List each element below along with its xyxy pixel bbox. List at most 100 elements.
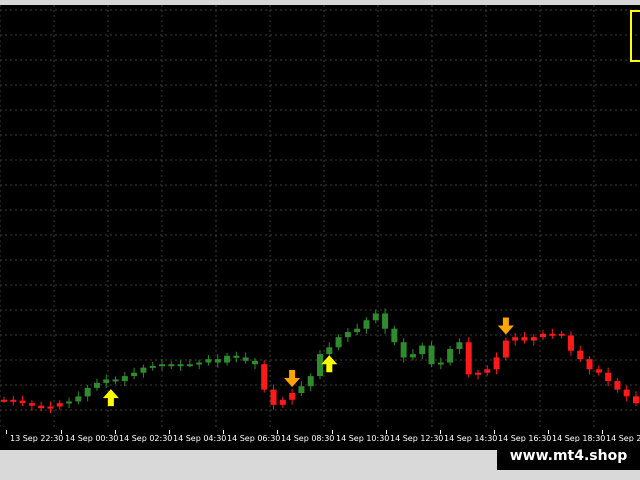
time-tick	[602, 430, 603, 434]
candle-body	[10, 399, 17, 402]
candle-body	[289, 393, 296, 400]
candle-body	[251, 360, 258, 365]
time-tick	[115, 430, 116, 434]
candle-body	[112, 379, 119, 382]
time-label: 14 Sep 08:30	[281, 434, 335, 443]
sell-arrow-icon	[497, 317, 514, 335]
time-label: 13 Sep 22:30	[10, 434, 64, 443]
candle-body	[196, 362, 203, 365]
time-tick	[494, 430, 495, 434]
candle-body	[149, 365, 156, 368]
candle-body	[428, 345, 435, 365]
candle-body	[131, 372, 138, 377]
candle-body	[298, 386, 305, 393]
arrow-shape	[321, 355, 338, 373]
candle-body	[456, 342, 463, 349]
candle-body	[400, 342, 407, 358]
arrow-shape	[284, 370, 301, 387]
time-tick	[440, 430, 441, 434]
candle-body	[447, 349, 454, 363]
candle-body	[623, 389, 630, 397]
time-label: 14 Sep 12:30	[390, 434, 444, 443]
candle-body	[159, 364, 165, 367]
candle-body	[502, 340, 509, 358]
candle-body	[521, 337, 528, 341]
candle-body	[47, 406, 54, 409]
candle-body	[233, 355, 240, 358]
candle-body	[335, 337, 342, 348]
time-label: 14 Sep 10:30	[336, 434, 390, 443]
candle-body	[605, 372, 612, 382]
candle-body	[84, 387, 91, 397]
candle-body	[317, 354, 323, 377]
candle-body	[344, 332, 351, 338]
candle-body	[577, 350, 584, 360]
candle-body	[475, 372, 481, 375]
candle-body	[177, 364, 184, 367]
candle-body	[595, 369, 602, 373]
time-tick	[277, 430, 278, 434]
candle-body	[168, 364, 175, 367]
candle-body	[1, 399, 7, 402]
time-label: 14 Sep 00:30	[65, 434, 119, 443]
candle-body	[19, 400, 26, 404]
candle-body	[66, 401, 73, 404]
candle-body	[28, 403, 35, 406]
time-tick	[386, 430, 387, 434]
candle-body	[382, 313, 389, 329]
candle-body	[363, 320, 370, 329]
arrow-shape	[497, 317, 514, 335]
time-label: 14 Sep 06:30	[227, 434, 281, 443]
candle-body	[103, 379, 110, 383]
arrow-shape	[102, 389, 119, 407]
candle-body	[372, 313, 379, 321]
candle-body	[586, 359, 593, 370]
candle-body	[540, 333, 547, 338]
candle-body	[121, 376, 128, 382]
candle-body	[205, 359, 212, 363]
candle-body	[214, 359, 221, 363]
price-chart[interactable]	[0, 0, 640, 430]
time-label: 14 Sep 14:30	[444, 434, 498, 443]
candle-body	[261, 364, 268, 390]
candle-body	[140, 367, 147, 373]
chart-window: 13 Sep 22:30 14 Sep 00:30 14 Sep 02:30 14 S…	[0, 0, 640, 480]
candle-body	[56, 403, 63, 407]
candle-body	[437, 362, 444, 365]
candle-body	[307, 376, 314, 387]
candle-body	[279, 399, 286, 405]
candle-body	[93, 382, 100, 388]
candle-body	[493, 357, 500, 370]
candle-body	[242, 357, 249, 361]
candle-body	[512, 337, 519, 341]
time-label: 14 Sep 04:30	[173, 434, 227, 443]
candle-body	[409, 354, 416, 358]
buy-arrow-icon	[321, 355, 338, 373]
candle-body	[465, 342, 472, 375]
buy-arrow-icon	[102, 389, 119, 407]
candle-body	[75, 396, 82, 402]
candle-body	[38, 405, 45, 409]
time-label: 14 Sep 02:30	[119, 434, 173, 443]
candle-body	[270, 389, 277, 405]
candle-body	[186, 364, 193, 367]
candle-body	[354, 328, 361, 333]
sell-arrow-icon	[284, 370, 301, 387]
time-tick	[169, 430, 170, 434]
watermark: www.mt4.shop	[497, 442, 640, 470]
time-tick	[332, 430, 333, 434]
candle-body	[326, 347, 333, 355]
candles	[1, 308, 639, 414]
time-tick	[61, 430, 62, 434]
candle-body	[558, 333, 565, 336]
candle-body	[567, 335, 574, 351]
candle-body	[614, 381, 621, 390]
candle-body	[224, 355, 231, 363]
candle-body	[530, 337, 537, 341]
candle-body	[549, 333, 556, 336]
time-tick	[548, 430, 549, 434]
candle-body	[484, 369, 491, 373]
candle-body	[419, 345, 426, 355]
candle-body	[391, 328, 398, 343]
time-tick	[6, 430, 7, 434]
